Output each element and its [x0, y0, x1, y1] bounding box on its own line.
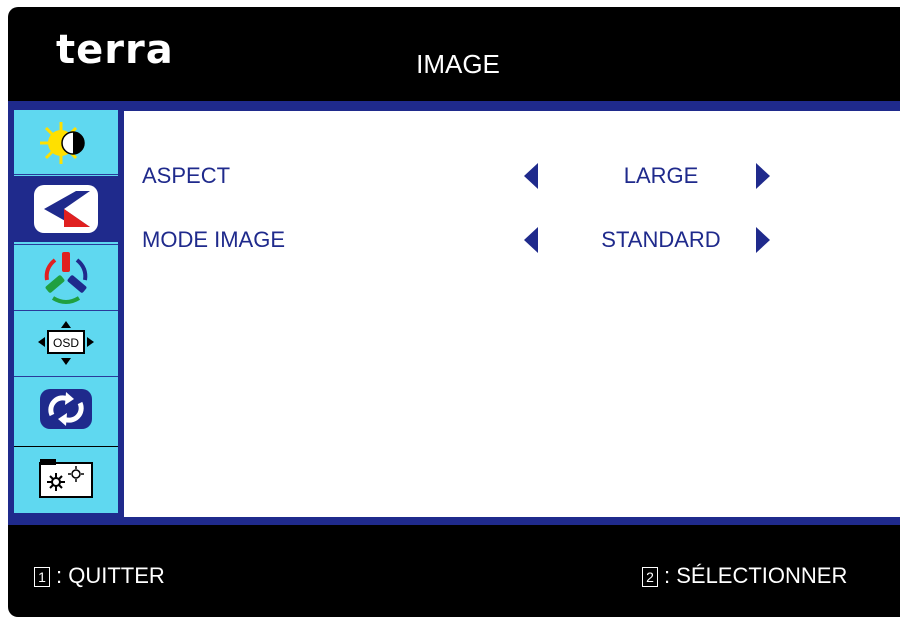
mode-image-next-button[interactable] [756, 227, 770, 259]
sidebar-item-brightness[interactable] [14, 114, 118, 172]
sidebar-item-osd[interactable]: OSD [14, 314, 118, 372]
key-2-icon: 2 [642, 567, 658, 588]
brand-logo: terra [56, 27, 174, 73]
menu-content: ASPECT LARGE MODE IMAGE STANDARD [124, 111, 900, 517]
aspect-label: ASPECT [142, 163, 231, 188]
osd-window: terra IMAGE OSD ASPECT LARGE MODE IMAGE … [8, 7, 900, 617]
mode-image-label: MODE IMAGE [142, 227, 286, 252]
svg-text:OSD: OSD [53, 336, 79, 350]
right-arrow-icon [756, 163, 770, 189]
aspect-prev-button[interactable] [524, 163, 538, 195]
brightness-contrast-icon [40, 122, 85, 164]
page-title: IMAGE [416, 49, 500, 79]
left-arrow-icon [524, 227, 538, 253]
select-label: : SÉLECTIONNER [664, 563, 848, 588]
osd-header: terra IMAGE [8, 7, 900, 101]
quit-hint[interactable]: 1 : QUITTER [34, 563, 165, 589]
mode-image-value: STANDARD [601, 227, 721, 252]
menu-frame: OSD ASPECT LARGE MODE IMAGE STANDARD [8, 101, 900, 525]
sidebar-item-image[interactable] [14, 176, 118, 242]
select-hint[interactable]: 2 : SÉLECTIONNER [642, 563, 847, 589]
image-icon [34, 185, 98, 233]
left-arrow-icon [524, 163, 538, 189]
quit-label: : QUITTER [56, 563, 165, 588]
color-icon [44, 252, 88, 304]
right-arrow-icon [756, 227, 770, 253]
sidebar: OSD [14, 110, 118, 513]
sidebar-item-reset[interactable] [14, 380, 118, 438]
sidebar-item-extra[interactable] [14, 448, 118, 510]
aspect-next-button[interactable] [756, 163, 770, 195]
reset-icon [40, 389, 92, 429]
key-1-icon: 1 [34, 567, 50, 588]
osd-footer: 1 : QUITTER 2 : SÉLECTIONNER [8, 525, 900, 617]
extra-settings-icon [39, 459, 93, 498]
osd-settings-icon: OSD [38, 321, 94, 365]
mode-image-prev-button[interactable] [524, 227, 538, 259]
sidebar-item-color[interactable] [14, 248, 118, 308]
aspect-value: LARGE [623, 163, 699, 188]
